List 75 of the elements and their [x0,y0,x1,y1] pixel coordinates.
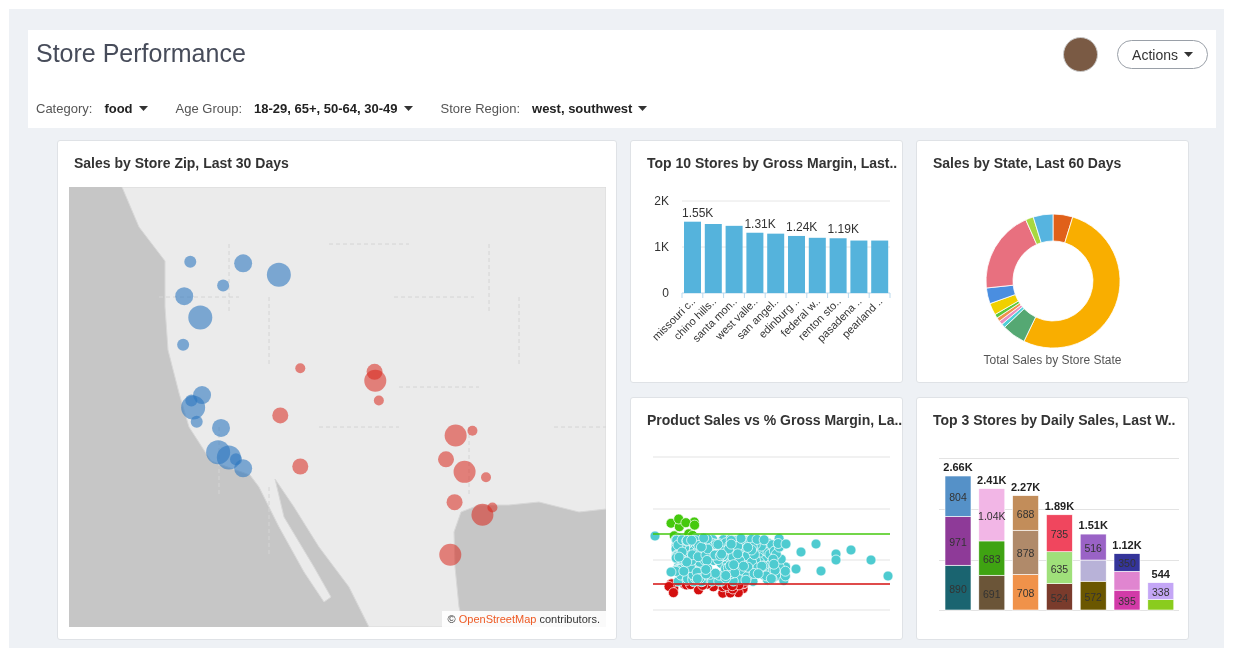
segment-value-label: 635 [1050,562,1069,575]
bar [725,225,743,293]
bar [829,238,847,293]
bar [871,240,889,293]
caret-icon [1184,52,1193,57]
segment-value-label: 890 [949,582,967,595]
filter-label: Age Group: [175,101,243,116]
bar-segment [978,574,1006,611]
bar [684,221,701,293]
card-title: Top 3 Stores by Daily Sales, Last W.. [932,411,1177,428]
caret-icon [138,106,148,111]
map-attribution: © OpenStreetMap contributors. [441,611,606,627]
bar-total-label: 1.12K [1112,538,1142,551]
caret-icon [403,106,413,111]
bar [808,237,826,293]
axis-tick-label: 1K [654,240,669,254]
bar-segment [1079,580,1107,611]
segment-value-label: 350 [1118,557,1136,570]
filter-dropdown[interactable]: west, southwest [532,101,648,116]
chart-caption: Total Sales by Store State [983,353,1122,367]
segment-value-label: 1.04K [978,509,1006,522]
user-avatar[interactable] [1063,37,1099,72]
segment-value-label: 683 [983,553,1001,566]
bar-value-label: 1.19K [827,222,859,237]
segment-value-label: 804 [949,491,967,504]
bar-segment [944,516,972,566]
page-title: Store Performance [36,39,246,68]
segment-value-label: 708 [1016,587,1035,600]
segment-value-label: 735 [1050,528,1069,541]
axis-tick-label: 2K [654,194,669,208]
bar [704,224,722,293]
bar-value-label: 1.31K [744,216,776,231]
bar [850,240,868,293]
bar-segment [1046,551,1073,584]
bar-segment [1079,559,1107,582]
bar [788,235,805,293]
bar-total-label: 2.66K [943,461,973,473]
bar-segment [1113,553,1141,572]
segment-value-label: 338 [1152,586,1170,599]
bar-total-label: 1.89K [1044,499,1075,512]
bar-segment [1046,514,1073,552]
bar [746,232,764,293]
filter-dropdown[interactable]: 18-29, 65+, 50-64, 30-49 [254,101,413,116]
caret-icon [638,106,648,111]
bar-total-label: 2.41K [977,473,1007,486]
card-title: Sales by Store Zip, Last 30 Days [73,154,290,171]
segment-value-label: 395 [1118,595,1136,608]
bar-segment [944,475,972,517]
filter-label: Category: [36,101,93,116]
axis-tick-label: 0 [662,286,669,300]
bar-value-label: 1.55K [682,205,714,220]
bar [767,233,785,293]
bar-total-label: 544 [1151,567,1170,580]
bar-segment [1046,583,1073,611]
bar-segment [1012,574,1039,611]
segment-value-label: 516 [1084,542,1102,555]
bar-segment [1012,495,1039,531]
filter-label: Store Region: [440,101,520,116]
actions-button[interactable]: Actions [1117,40,1208,69]
bar-segment [1079,533,1107,561]
bar-segment [1113,571,1141,591]
bar-total-label: 1.51K [1078,519,1108,532]
segment-value-label: 971 [949,535,967,548]
card-title: Sales by State, Last 60 Days [932,154,1123,171]
bar-segment [944,564,972,611]
segment-value-label: 524 [1050,591,1069,604]
card-title: Top 10 Stores by Gross Margin, Last.. [646,154,899,171]
filter-dropdown[interactable]: food [104,101,148,116]
bar-total-label: 2.27K [1010,480,1041,493]
bar-segment [1012,529,1039,575]
bar-value-label: 1.24K [786,219,818,234]
bar-segment [1113,589,1141,611]
segment-value-label: 878 [1016,547,1035,560]
segment-value-label: 688 [1016,507,1035,520]
card-title: Product Sales vs % Gross Margin, La.. [646,411,902,428]
